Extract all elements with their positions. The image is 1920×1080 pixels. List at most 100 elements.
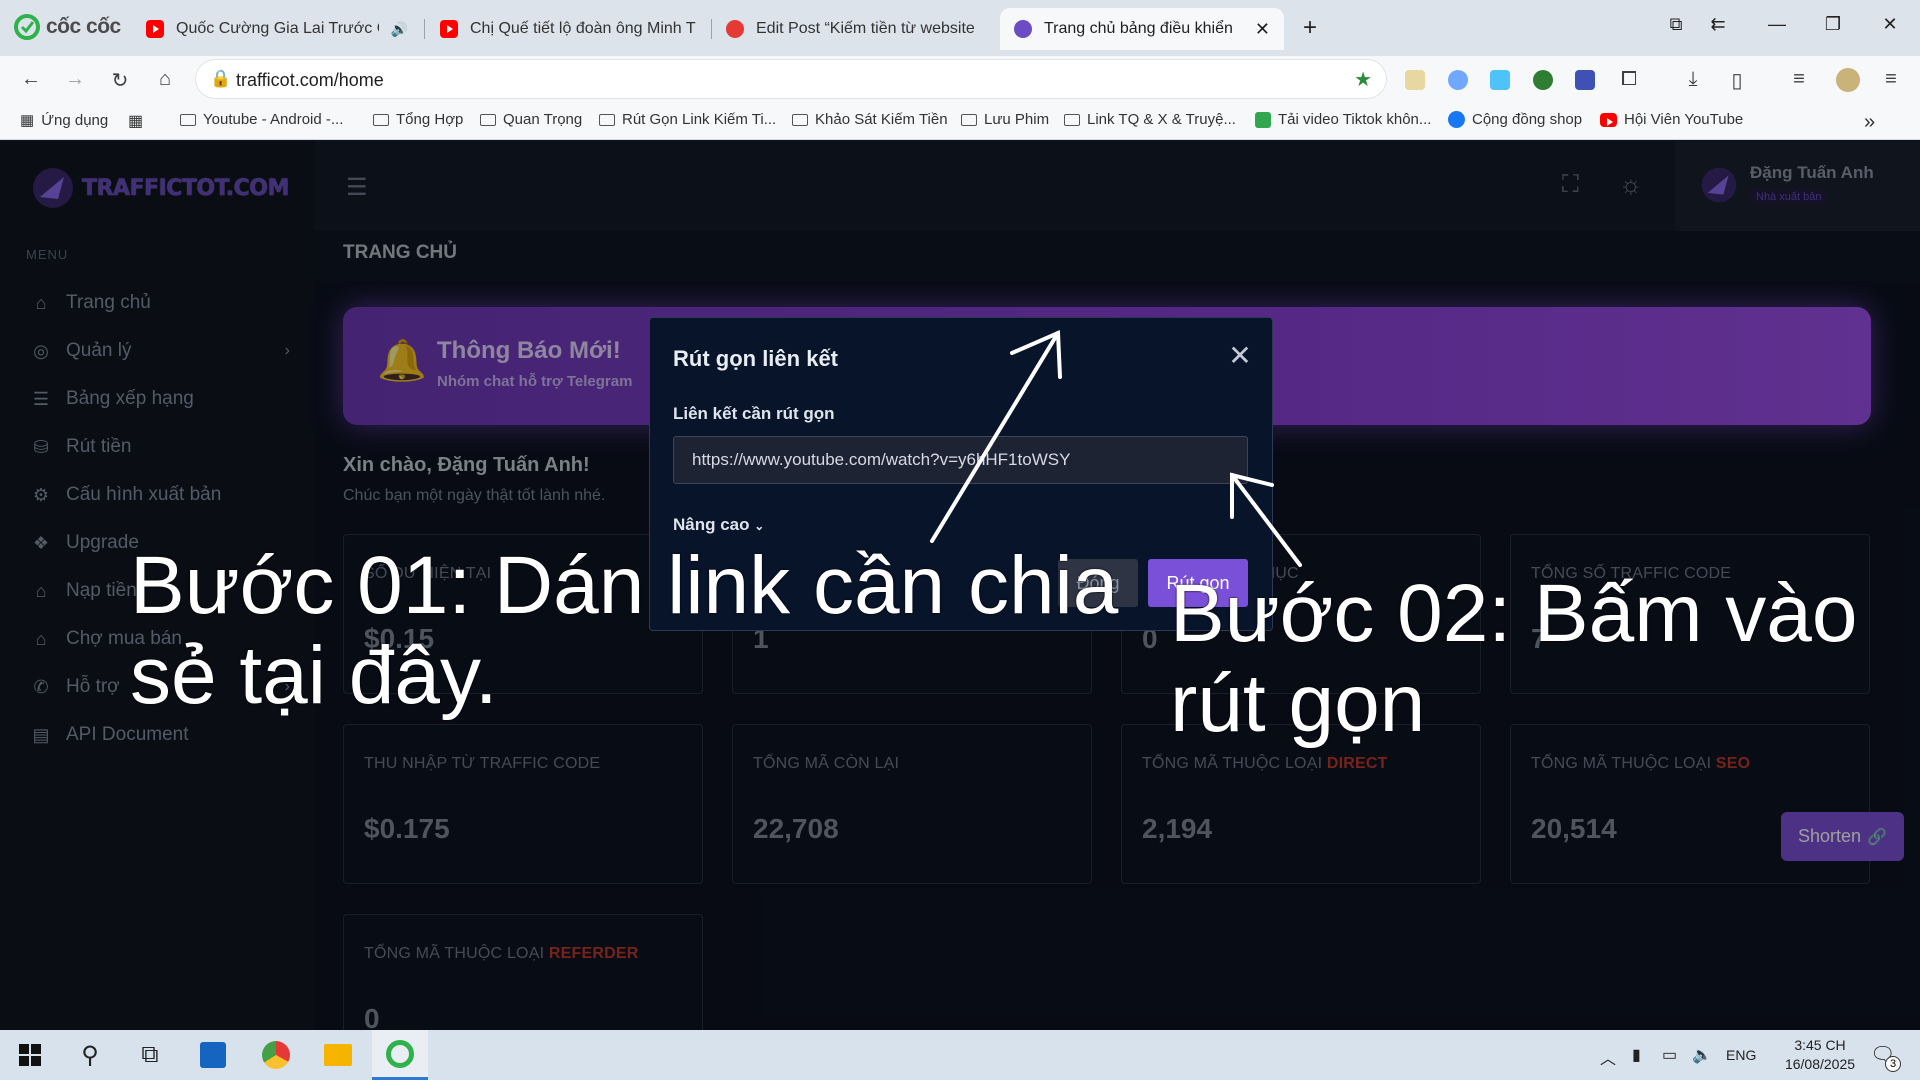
bookmark-label: Hội Viên YouTube: [1624, 111, 1744, 128]
bookmark-label: Youtube - Android -...: [203, 111, 344, 128]
folder-icon: [180, 113, 196, 126]
folder-icon: [480, 113, 496, 126]
grid-icon[interactable]: ▦: [128, 111, 143, 131]
tab-2[interactable]: Chị Quế tiết lộ đoàn ông Minh T: [426, 8, 710, 50]
download-green-icon: [1255, 111, 1271, 128]
bookmark-folder[interactable]: Khảo Sát Kiếm Tiền: [792, 111, 948, 128]
task-view-icon[interactable]: ⧉: [122, 1030, 178, 1080]
speaker-icon[interactable]: 🔊: [391, 21, 408, 38]
step1-annotation: Bước 01: Dán link cần chia sẻ tại đây.: [130, 541, 1118, 721]
step1-line2: sẻ tại đây.: [130, 630, 498, 721]
bookmark-label: Rút Gọn Link Kiếm Ti...: [622, 111, 777, 128]
reload-icon[interactable]: ↻: [107, 68, 133, 93]
extension-icon[interactable]: [1533, 70, 1553, 90]
playlist-icon[interactable]: ≡: [1786, 68, 1812, 91]
download-icon[interactable]: ⤓: [1680, 68, 1706, 91]
home-icon[interactable]: ⌂: [152, 68, 178, 91]
youtube-icon: [1600, 112, 1617, 127]
puzzle-icon[interactable]: ⧠: [1616, 68, 1642, 91]
facebook-icon: [1448, 111, 1465, 128]
tray-chevron-up-icon[interactable]: ︿: [1600, 1045, 1616, 1069]
tab-title: Chị Quế tiết lộ đoàn ông Minh T: [470, 20, 696, 37]
trafficot-icon: [1014, 20, 1032, 38]
bookmark-folder[interactable]: Tổng Hợp: [373, 111, 463, 128]
bookmark-label: Ứng dụng: [41, 111, 109, 129]
bookmark-folder[interactable]: Link TQ & X & Truyệ...: [1064, 111, 1236, 128]
bookmark-folder[interactable]: Quan Trọng: [480, 111, 582, 128]
notification-badge: 3: [1885, 1056, 1901, 1072]
step2-annotation: Bước 02: Bấm vào rút gọn: [1170, 569, 1858, 749]
store-icon[interactable]: [185, 1030, 241, 1080]
browser-logo[interactable]: cốc cốc: [14, 14, 121, 40]
apps-grid-icon: ▦: [20, 112, 35, 129]
folder-icon: [792, 113, 808, 126]
window-close-icon[interactable]: ✕: [1878, 14, 1902, 35]
bookmark-label: Quan Trọng: [503, 111, 583, 128]
tab-1[interactable]: Quốc Cường Gia Lai Trước Gi 🔊: [132, 8, 422, 50]
bookmark-folder[interactable]: Youtube - Android -...: [180, 111, 343, 128]
browser-toolbar: ← → ↻ ⌂ 🔒 trafficot.com/home ★ ⧠ ⤓ ▯ ≡ ≡: [0, 56, 1920, 104]
bookmark-link[interactable]: Cộng đồng shop: [1448, 111, 1582, 128]
volume-icon[interactable]: 🔈: [1692, 1045, 1712, 1065]
extension-icon[interactable]: [1448, 70, 1468, 90]
bookmark-label: Tổng Hợp: [396, 111, 464, 128]
bookmark-label: Cộng đồng shop: [1472, 111, 1583, 128]
bookmark-apps[interactable]: ▦ Ứng dụng: [20, 111, 109, 130]
address-bar[interactable]: 🔒 trafficot.com/home ★: [196, 60, 1386, 98]
chrome-icon[interactable]: [248, 1030, 304, 1080]
windows-start-icon[interactable]: [2, 1030, 58, 1080]
folder-icon: [599, 113, 615, 126]
step2-line1: Bước 02: Bấm vào: [1170, 568, 1858, 659]
more-bookmarks-icon[interactable]: »: [1864, 111, 1875, 134]
restore-icon[interactable]: ❐: [1821, 14, 1845, 35]
step1-line1: Bước 01: Dán link cần chia: [130, 540, 1119, 631]
sidepanel-icon[interactable]: ▯: [1724, 68, 1750, 93]
profile-avatar[interactable]: [1836, 68, 1860, 92]
bookmark-link[interactable]: Tải video Tiktok khôn...: [1255, 111, 1431, 128]
bookmark-label: Lưu Phim: [984, 111, 1050, 128]
coccoc-taskbar-icon[interactable]: [372, 1030, 428, 1080]
folder-icon: [373, 113, 389, 126]
clock[interactable]: 3:45 CH 16/08/2025: [1770, 1036, 1870, 1074]
menu-icon[interactable]: ≡: [1878, 68, 1904, 91]
tab-3[interactable]: Edit Post “Kiếm tiền từ website r: [712, 8, 992, 50]
translate-icon[interactable]: [1575, 70, 1595, 90]
url-text: trafficot.com/home: [236, 70, 384, 90]
browser-brand: cốc cốc: [46, 15, 121, 38]
youtube-icon: [440, 20, 458, 38]
tab-title: Trang chủ bảng điều khiển: [1044, 20, 1233, 37]
tab-title: Edit Post “Kiếm tiền từ website r: [756, 20, 978, 37]
back-icon[interactable]: ←: [18, 68, 44, 91]
tab-close-icon[interactable]: ✕: [1255, 19, 1270, 40]
bookmarks-bar: ▦ Ứng dụng ▦ Youtube - Android -... Tổng …: [0, 104, 1920, 140]
app-window: TRAFFICTOT.COM MENU ⌂ Trang chủ ◎ Quản lý › ☰…: [0, 141, 1920, 1030]
language-indicator[interactable]: ENG: [1726, 1047, 1756, 1063]
extension-icon[interactable]: [1490, 70, 1510, 90]
coccoc-icon: [14, 14, 40, 40]
bookmark-label: Link TQ & X & Truyệ...: [1087, 111, 1236, 128]
clock-time: 3:45 CH: [1794, 1037, 1846, 1053]
bookmark-link[interactable]: Hội Viên YouTube: [1600, 111, 1743, 128]
star-icon[interactable]: ★: [1354, 67, 1372, 92]
extension-icon[interactable]: [1405, 70, 1425, 90]
back-list-icon[interactable]: ⇇: [1706, 14, 1730, 35]
clock-date: 16/08/2025: [1784, 1056, 1856, 1072]
youtube-icon: [146, 20, 164, 38]
new-tab-icon[interactable]: +: [1298, 14, 1322, 42]
bookmark-folder[interactable]: Lưu Phim: [961, 111, 1049, 128]
tab-4-active[interactable]: Trang chủ bảng điều khiển ✕: [1000, 8, 1284, 50]
wordpress-icon: [726, 20, 744, 38]
screen-search-icon[interactable]: ⧉: [1664, 14, 1688, 35]
bookmark-label: Tải video Tiktok khôn...: [1278, 111, 1432, 128]
battery-icon[interactable]: ▮: [1632, 1045, 1641, 1065]
folder-icon: [1064, 113, 1080, 126]
file-explorer-icon[interactable]: [310, 1030, 366, 1080]
arrow-to-input: [930, 331, 1060, 543]
minimize-icon[interactable]: —: [1765, 14, 1789, 35]
bookmark-label: Khảo Sát Kiếm Tiền: [815, 111, 948, 128]
network-icon[interactable]: ▭: [1662, 1045, 1677, 1065]
tab-title: Quốc Cường Gia Lai Trước Gi: [176, 20, 379, 37]
forward-icon[interactable]: →: [62, 68, 88, 91]
bookmark-folder[interactable]: Rút Gọn Link Kiếm Ti...: [599, 111, 776, 128]
search-icon[interactable]: ⚲: [62, 1030, 118, 1080]
